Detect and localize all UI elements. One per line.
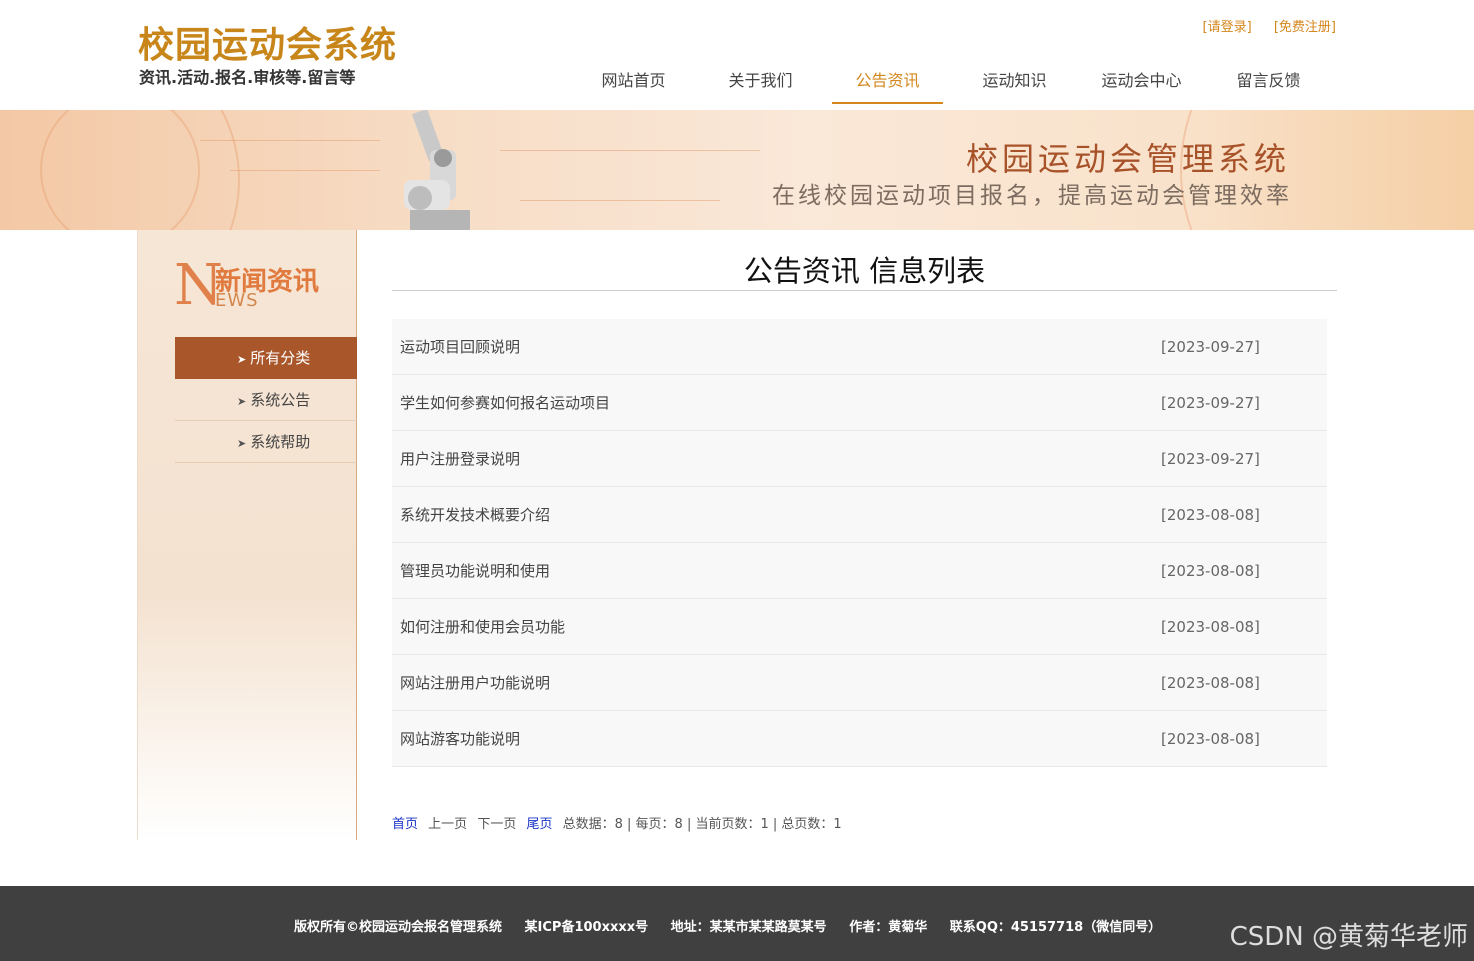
banner-title: 校园运动会管理系统 [965, 140, 1290, 178]
login-link[interactable]: [请登录] [1203, 20, 1252, 35]
list-item[interactable]: 学生如何参赛如何报名运动项目 [2023-09-27] [392, 375, 1327, 431]
list-item-date: [2023-08-08] [1161, 561, 1260, 580]
sidebar-menu: ➤ 所有分类 ➤ 系统公告 ➤ 系统帮助 [175, 337, 357, 463]
list-item[interactable]: 用户注册登录说明 [2023-09-27] [392, 431, 1327, 487]
footer-author: 作者：黄菊华 [849, 920, 928, 935]
pager-next-link[interactable]: 下一页 [477, 817, 516, 832]
sidebar-item-system-help[interactable]: ➤ 系统帮助 [175, 421, 357, 463]
footer-info: 版权所有©校园运动会报名管理系统 某ICP备100xxxx号 地址：某某市某某路… [294, 916, 1179, 935]
footer-copyright: 版权所有©校园运动会报名管理系统 [294, 920, 503, 935]
robot-arm-icon [404, 110, 470, 230]
sidebar-item-label: 系统帮助 [250, 433, 311, 451]
top-links: [请登录] [免费注册] [1185, 16, 1336, 35]
sidebar: N 新闻资讯 EWS ➤ 所有分类 ➤ 系统公告 ➤ 系统帮助 [137, 230, 357, 840]
header: 校园运动会系统 资讯.活动.报名.审核等.留言等 [请登录] [免费注册] 网站… [0, 0, 1474, 110]
banner-decor-circle [40, 110, 200, 230]
main-nav: 网站首页 关于我们 公告资讯 运动知识 运动会中心 留言反馈 [570, 62, 1332, 104]
nav-item-home[interactable]: 网站首页 [570, 62, 697, 104]
chevron-right-icon: ➤ [237, 437, 247, 450]
chevron-right-icon: ➤ [237, 353, 247, 366]
list-item-date: [2023-09-27] [1161, 449, 1260, 468]
pager-summary: 总数据：8 | 每页：8 | 当前页数：1 | 总页数：1 [562, 817, 842, 832]
nav-item-about[interactable]: 关于我们 [697, 62, 824, 104]
sidebar-item-label: 系统公告 [250, 391, 311, 409]
list-item[interactable]: 网站游客功能说明 [2023-08-08] [392, 711, 1327, 767]
news-heading-en: EWS [215, 290, 259, 311]
list-item-title[interactable]: 管理员功能说明和使用 [400, 560, 1161, 581]
banner-decor-line [200, 140, 380, 141]
list-item-title[interactable]: 学生如何参赛如何报名运动项目 [400, 392, 1161, 413]
banner-subtitle: 在线校园运动项目报名，提高运动会管理效率 [772, 183, 1292, 209]
nav-item-feedback[interactable]: 留言反馈 [1205, 62, 1332, 104]
list-item-date: [2023-09-27] [1161, 393, 1260, 412]
announcement-list: 运动项目回顾说明 [2023-09-27] 学生如何参赛如何报名运动项目 [2023… [392, 319, 1327, 767]
banner-decor-line [520, 200, 720, 201]
csdn-watermark: CSDN @黄菊华老师 [1229, 922, 1468, 952]
sidebar-item-label: 所有分类 [250, 349, 311, 367]
pagination: 首页 上一页 下一页 尾页 总数据：8 | 每页：8 | 当前页数：1 | 总页… [392, 813, 842, 832]
register-link[interactable]: [免费注册] [1274, 20, 1336, 35]
list-item-title[interactable]: 网站注册用户功能说明 [400, 672, 1161, 693]
banner-decor-line [500, 150, 760, 151]
list-item[interactable]: 管理员功能说明和使用 [2023-08-08] [392, 543, 1327, 599]
list-item-date: [2023-08-08] [1161, 617, 1260, 636]
sidebar-item-system-notices[interactable]: ➤ 系统公告 [175, 379, 357, 421]
list-item-title[interactable]: 运动项目回顾说明 [400, 336, 1161, 357]
nav-item-sports-knowledge[interactable]: 运动知识 [951, 62, 1078, 104]
nav-item-announcements[interactable]: 公告资讯 [824, 62, 951, 104]
list-item[interactable]: 如何注册和使用会员功能 [2023-08-08] [392, 599, 1327, 655]
site-logo-title[interactable]: 校园运动会系统 [138, 16, 397, 68]
list-item[interactable]: 网站注册用户功能说明 [2023-08-08] [392, 655, 1327, 711]
list-item[interactable]: 系统开发技术概要介绍 [2023-08-08] [392, 487, 1327, 543]
page-title: 公告资讯 信息列表 [392, 248, 1337, 291]
list-item-date: [2023-09-27] [1161, 337, 1260, 356]
banner: 校园运动会管理系统 在线校园运动项目报名，提高运动会管理效率 [0, 110, 1474, 230]
list-item-title[interactable]: 用户注册登录说明 [400, 448, 1161, 469]
chevron-right-icon: ➤ [237, 395, 247, 408]
footer: 版权所有©校园运动会报名管理系统 某ICP备100xxxx号 地址：某某市某某路… [0, 886, 1474, 961]
banner-decor-line [230, 170, 380, 171]
sidebar-item-all-categories[interactable]: ➤ 所有分类 [175, 337, 357, 379]
footer-icp: 某ICP备100xxxx号 [524, 920, 649, 935]
list-item-date: [2023-08-08] [1161, 673, 1260, 692]
list-item-title[interactable]: 系统开发技术概要介绍 [400, 504, 1161, 525]
pager-first-link[interactable]: 首页 [392, 817, 418, 832]
list-item[interactable]: 运动项目回顾说明 [2023-09-27] [392, 319, 1327, 375]
footer-address: 地址：某某市某某路莫某号 [670, 920, 827, 935]
pager-last-link[interactable]: 尾页 [526, 817, 552, 832]
pager-prev-link[interactable]: 上一页 [428, 817, 467, 832]
footer-qq: 联系QQ：45157718（微信同号） [949, 920, 1162, 935]
list-item-date: [2023-08-08] [1161, 729, 1260, 748]
list-item-title[interactable]: 如何注册和使用会员功能 [400, 616, 1161, 637]
list-item-title[interactable]: 网站游客功能说明 [400, 728, 1161, 749]
nav-item-games-center[interactable]: 运动会中心 [1078, 62, 1205, 104]
site-logo-subtitle: 资讯.活动.报名.审核等.留言等 [139, 68, 356, 87]
list-item-date: [2023-08-08] [1161, 505, 1260, 524]
